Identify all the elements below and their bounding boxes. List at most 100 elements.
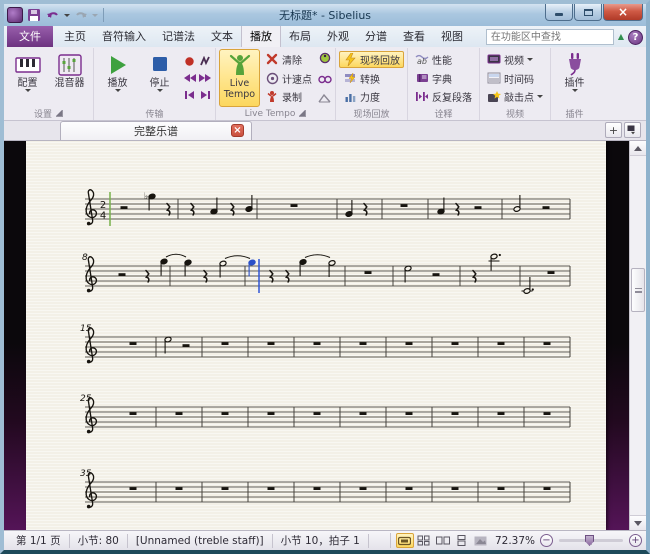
zoom-in-button[interactable]: + xyxy=(629,534,642,547)
live-tempo-label: Live Tempo xyxy=(221,78,259,100)
redo-icon[interactable] xyxy=(73,8,89,23)
status-bar: 第 1/1 页 小节: 80 [Unnamed (treble staff)] … xyxy=(4,530,646,550)
hit-points-button[interactable]: 敲击点 xyxy=(483,88,547,105)
ribbon-search-input[interactable] xyxy=(486,29,614,45)
view-mode-single-page-button[interactable] xyxy=(472,533,490,548)
timecode-button[interactable]: 时间码 xyxy=(483,70,547,87)
record-live-tempo-button[interactable]: 录制 xyxy=(261,88,316,105)
video-button[interactable]: 视频 xyxy=(483,51,547,68)
book-icon xyxy=(415,71,429,85)
undo-icon[interactable] xyxy=(45,8,61,23)
tab-notations[interactable]: 记谱法 xyxy=(154,25,203,47)
transport-mini-buttons xyxy=(182,49,212,107)
ribbon-group-live-playback: 现场回放 转换 力度 现场回放 xyxy=(336,48,408,120)
tab-play[interactable]: 播放 xyxy=(241,24,281,47)
svg-text:15: 15 xyxy=(80,324,92,334)
undo-dropdown-icon[interactable] xyxy=(64,14,70,17)
play-dropdown-icon xyxy=(115,89,121,92)
go-to-end-button[interactable] xyxy=(197,87,212,104)
view-mode-vertical-button[interactable] xyxy=(453,533,471,548)
title-bar: 无标题* - Sibelius × xyxy=(4,4,646,26)
save-icon[interactable] xyxy=(26,8,42,23)
app-icon[interactable] xyxy=(7,7,23,23)
score-canvas[interactable]: 24♭8152535 xyxy=(4,141,646,530)
clear-label: 清除 xyxy=(282,52,302,67)
live-tempo-button[interactable]: Live Tempo xyxy=(219,49,260,107)
help-button[interactable]: ? xyxy=(628,30,643,45)
zoom-slider-track[interactable] xyxy=(559,539,623,542)
tab-home[interactable]: 主页 xyxy=(56,25,94,47)
stop-button[interactable]: 停止 xyxy=(139,49,180,107)
close-button[interactable]: × xyxy=(603,4,643,21)
status-page: 第 1/1 页 xyxy=(8,534,70,548)
qat-separator xyxy=(103,8,104,22)
go-to-start-button[interactable] xyxy=(182,87,197,104)
view-mode-spread-button[interactable] xyxy=(415,533,433,548)
scrollbar-thumb[interactable] xyxy=(631,268,645,312)
redo-dropdown-icon[interactable] xyxy=(92,14,98,17)
svg-text:4: 4 xyxy=(100,211,106,222)
zoom-out-button[interactable]: − xyxy=(540,534,553,547)
velocity-bars-icon xyxy=(343,90,357,104)
performance-button[interactable]: ab 性能 xyxy=(411,51,476,68)
configuration-button[interactable]: 配置 xyxy=(7,49,48,107)
zoom-slider-thumb[interactable] xyxy=(585,535,594,546)
document-tab-full-score[interactable]: 完整乐谱 × xyxy=(60,121,252,140)
minimize-button[interactable] xyxy=(545,4,573,21)
tab-layout[interactable]: 布局 xyxy=(281,25,319,47)
transform-button[interactable]: 转换 xyxy=(339,70,404,87)
play-button[interactable]: 播放 xyxy=(97,49,138,107)
vertical-scrollbar[interactable] xyxy=(629,141,646,530)
beat-loop-icon[interactable] xyxy=(318,69,332,88)
view-mode-horizontal-button[interactable] xyxy=(434,533,452,548)
scroll-down-button[interactable] xyxy=(630,515,646,530)
tab-text[interactable]: 文本 xyxy=(203,25,241,47)
mixer-button[interactable]: 混音器 xyxy=(49,49,90,107)
clear-button[interactable]: 清除 xyxy=(261,51,316,68)
status-bar-count: 小节: 80 xyxy=(70,534,128,548)
tab-review[interactable]: 查看 xyxy=(395,25,433,47)
maximize-icon xyxy=(584,9,593,16)
view-mode-panorama-button[interactable] xyxy=(396,533,414,548)
record-button[interactable] xyxy=(182,53,197,70)
tab-appearance[interactable]: 外观 xyxy=(319,25,357,47)
tempo-knob-icon[interactable] xyxy=(319,49,331,68)
clear-icon xyxy=(265,52,279,66)
tap-points-button[interactable]: 计速点 xyxy=(261,70,316,87)
play-icon xyxy=(108,52,128,78)
tab-view[interactable]: 视图 xyxy=(433,25,471,47)
tempo-curve-icon[interactable] xyxy=(318,88,331,107)
plugins-button[interactable]: 插件 xyxy=(554,49,595,107)
repeats-button[interactable]: 反复段落 xyxy=(411,88,476,105)
collapse-ribbon-icon[interactable]: ▲ xyxy=(618,33,624,41)
setup-dialog-launcher-icon[interactable] xyxy=(56,110,63,117)
live-playback-button[interactable]: 现场回放 xyxy=(339,51,404,68)
live-tempo-mini-buttons xyxy=(317,49,332,107)
tab-file[interactable]: 文件 xyxy=(7,25,53,47)
velocities-button[interactable]: 力度 xyxy=(339,88,404,105)
fast-forward-button[interactable] xyxy=(197,70,212,87)
rewind-button[interactable] xyxy=(182,70,197,87)
maximize-button[interactable] xyxy=(574,4,602,21)
status-staff-name: [Unnamed (treble staff)] xyxy=(128,534,273,548)
ribbon: 配置 混音器 设置 播放 xyxy=(4,47,646,121)
scroll-up-button[interactable] xyxy=(630,141,646,156)
plug-icon xyxy=(565,52,585,78)
scrollbar-track[interactable] xyxy=(630,156,646,515)
stop-label: 停止 xyxy=(150,78,170,89)
move-playback-line-button[interactable] xyxy=(197,53,212,70)
svg-text:25: 25 xyxy=(80,394,92,404)
scroll-up-icon xyxy=(634,146,642,151)
document-tab-close-button[interactable]: × xyxy=(231,124,244,137)
tab-parts[interactable]: 分谱 xyxy=(357,25,395,47)
tab-note-input[interactable]: 音符输入 xyxy=(94,25,154,47)
quick-access-toolbar xyxy=(7,7,106,23)
ribbon-group-interpretation: ab 性能 字典 反复段落 诠释 xyxy=(408,48,480,120)
configuration-label: 配置 xyxy=(18,78,38,89)
switch-tabs-button[interactable] xyxy=(624,122,641,138)
zoom-level: 72.37% xyxy=(490,535,540,547)
dictionary-button[interactable]: 字典 xyxy=(411,70,476,87)
document-tab-bar: 完整乐谱 × + xyxy=(4,121,646,141)
live-tempo-dialog-launcher-icon[interactable] xyxy=(299,110,306,117)
new-tab-button[interactable]: + xyxy=(605,122,622,138)
